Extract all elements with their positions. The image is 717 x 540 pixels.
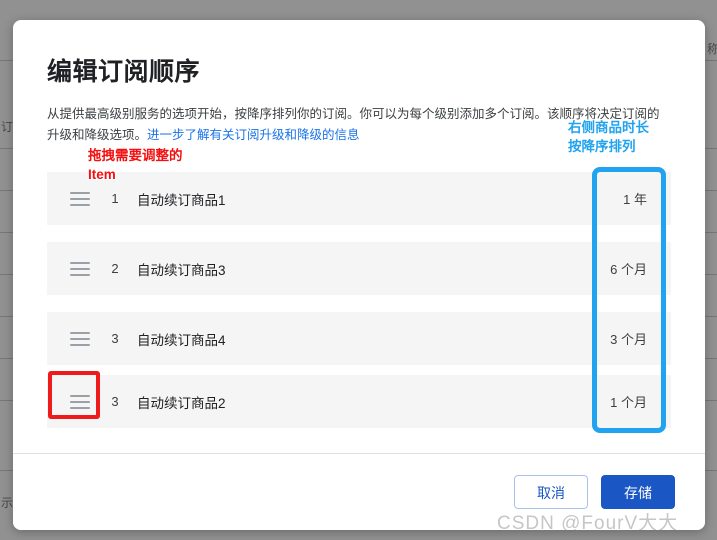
row-index: 3 (111, 394, 119, 409)
table-row[interactable]: 2 自动续订商品3 6 个月 (47, 242, 671, 295)
row-product-name: 自动续订商品1 (137, 192, 226, 208)
drag-handle-icon[interactable] (67, 256, 93, 282)
drag-handle-icon[interactable] (67, 186, 93, 212)
learn-more-link[interactable]: 进一步了解有关订阅升级和降级的信息 (147, 128, 360, 142)
dialog-body: 编辑订阅顺序 从提供最高级别服务的选项开始，按降序排列你的订阅。你可以为每个级别… (13, 20, 705, 453)
row-product-name: 自动续订商品3 (137, 262, 226, 278)
cancel-button[interactable]: 取消 (514, 475, 588, 509)
table-row[interactable]: 1 自动续订商品1 1 年 (47, 172, 671, 225)
row-index: 3 (111, 331, 119, 346)
row-duration: 6 个月 (610, 262, 647, 277)
row-product-name: 自动续订商品4 (137, 332, 226, 348)
background-char-left: 订 (1, 120, 14, 134)
row-index: 1 (111, 191, 119, 206)
background-char-left-lower: 示 (1, 496, 14, 510)
row-duration: 1 个月 (610, 395, 647, 410)
table-row[interactable]: 3 自动续订商品4 3 个月 (47, 312, 671, 365)
save-button[interactable]: 存储 (601, 475, 675, 509)
row-duration: 3 个月 (610, 332, 647, 347)
dialog-footer: 取消 存储 (13, 453, 705, 530)
subscription-list: 1 自动续订商品1 1 年 2 自动续订商品3 6 个月 3 自动续订商品4 3… (47, 172, 671, 428)
dialog-description: 从提供最高级别服务的选项开始，按降序排列你的订阅。你可以为每个级别添加多个订阅。… (47, 104, 671, 146)
drag-handle-icon[interactable] (67, 326, 93, 352)
table-row[interactable]: 3 自动续订商品2 1 个月 (47, 375, 671, 428)
row-duration: 1 年 (623, 192, 647, 207)
background-char-right: 称 (707, 42, 717, 56)
edit-subscription-order-dialog: 编辑订阅顺序 从提供最高级别服务的选项开始，按降序排列你的订阅。你可以为每个级别… (13, 20, 705, 530)
drag-handle-icon[interactable] (67, 389, 93, 415)
row-product-name: 自动续订商品2 (137, 395, 226, 411)
row-index: 2 (111, 261, 119, 276)
dialog-title: 编辑订阅顺序 (47, 58, 201, 86)
